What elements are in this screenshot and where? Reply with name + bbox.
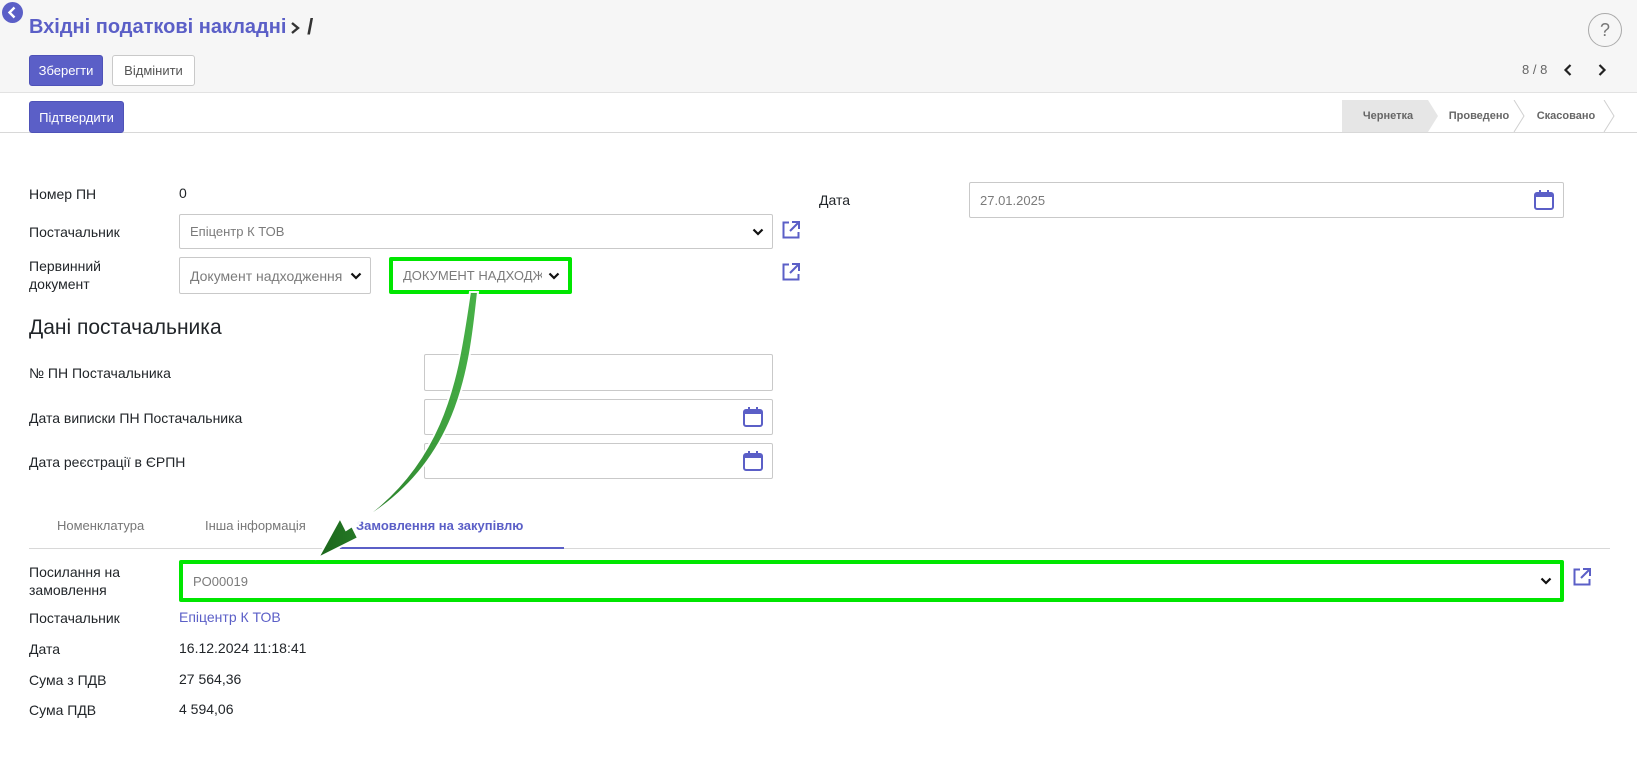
number-label: Номер ПН <box>29 186 97 202</box>
status-step-draft[interactable]: Чернетка <box>1342 100 1434 132</box>
order-ref-value: PO00019 <box>193 573 248 589</box>
supplier-label: Постачальник <box>29 224 120 240</box>
order-date-value: 16.12.2024 11:18:41 <box>179 640 307 656</box>
chevron-down-icon <box>1540 577 1552 585</box>
chevron-down-icon <box>752 228 764 236</box>
primary-doc-ref-value: ДОКУМЕНТ НАДХОДЖЕННЯ <box>403 268 542 283</box>
breadcrumb-current: / <box>307 14 314 39</box>
tab-other-info[interactable]: Інша інформація <box>205 518 306 533</box>
order-total-label: Сума з ПДВ <box>29 672 107 688</box>
chevron-down-icon <box>350 272 362 280</box>
chevron-down-icon <box>548 272 560 280</box>
chevron-right-icon <box>291 22 300 35</box>
chevron-right-icon[interactable] <box>1596 63 1608 77</box>
supplier-number-label: № ПН Постачальника <box>29 365 171 381</box>
order-total-value: 27 564,36 <box>179 671 242 687</box>
order-supplier-label: Постачальник <box>29 610 120 626</box>
external-link-icon[interactable] <box>781 262 801 282</box>
breadcrumb-separator: / <box>289 14 313 40</box>
chevron-left-icon[interactable] <box>1562 63 1574 77</box>
discard-button[interactable]: Відмінити <box>112 55 195 86</box>
help-icon[interactable]: ? <box>1588 13 1622 47</box>
confirm-button[interactable]: Підтвердити <box>29 101 124 133</box>
registration-date-label: Дата реєстрації в ЄРПН <box>29 454 186 470</box>
order-date-label: Дата <box>29 641 61 657</box>
date-value: 27.01.2025 <box>980 192 1046 208</box>
calendar-icon[interactable] <box>742 406 764 428</box>
order-ref-label-2: замовлення <box>29 582 107 598</box>
tab-nomenclature[interactable]: Номенклатура <box>57 518 144 533</box>
primary-doc-label-1: Первинний <box>29 258 101 274</box>
order-ref-select[interactable]: PO00019 <box>179 560 1564 602</box>
save-button[interactable]: Зберегти <box>29 55 103 86</box>
external-link-icon[interactable] <box>781 220 801 240</box>
date-input[interactable]: 27.01.2025 <box>969 182 1564 218</box>
number-value: 0 <box>179 185 187 201</box>
calendar-icon[interactable] <box>742 450 764 472</box>
arrow-annotation <box>315 291 480 561</box>
calendar-icon[interactable] <box>1533 189 1555 211</box>
tabs-divider <box>29 548 1610 549</box>
supplier-data-title: Дані постачальника <box>29 316 222 339</box>
pager-value: 8 / 8 <box>1522 62 1548 77</box>
control-panel <box>0 0 1637 93</box>
status-step-cancelled[interactable]: Скасовано <box>1524 100 1608 132</box>
primary-doc-type-value: Документ надходження <box>190 267 343 284</box>
order-vat-label: Сума ПДВ <box>29 702 97 718</box>
breadcrumb-title[interactable]: Вхідні податкові накладні <box>29 16 286 39</box>
supplier-select[interactable]: Епіцентр К ТОВ <box>179 214 773 249</box>
order-ref-label-1: Посилання на <box>29 564 121 580</box>
status-step-posted[interactable]: Проведено <box>1438 100 1520 132</box>
back-icon[interactable] <box>2 2 23 23</box>
issue-date-label: Дата виписки ПН Постачальника <box>29 410 243 426</box>
order-supplier-link[interactable]: Епіцентр К ТОВ <box>179 609 281 625</box>
primary-doc-label-2: документ <box>29 276 90 292</box>
date-label: Дата <box>819 192 851 208</box>
external-link-icon[interactable] <box>1572 567 1592 587</box>
supplier-select-value: Епіцентр К ТОВ <box>190 224 285 239</box>
order-vat-value: 4 594,06 <box>179 701 234 717</box>
